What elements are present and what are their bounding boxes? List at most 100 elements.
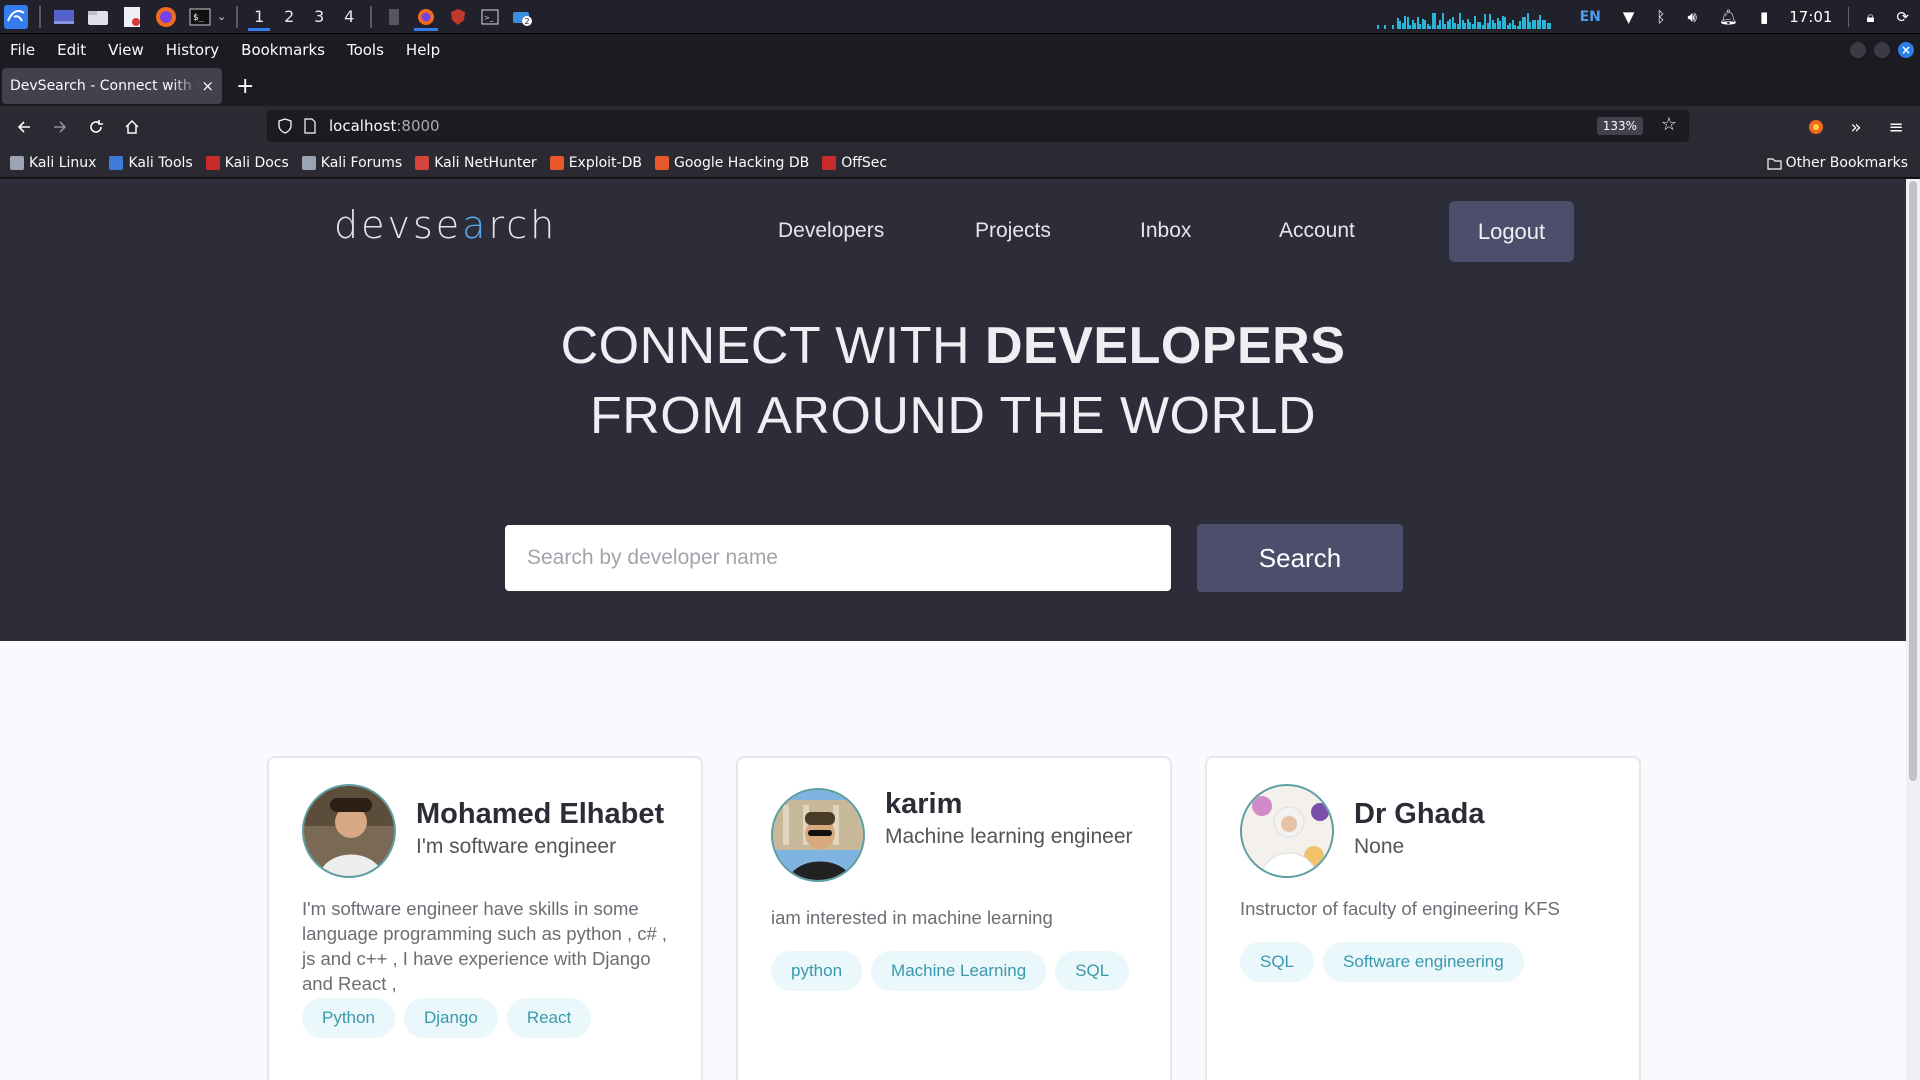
developer-name[interactable]: Mohamed Elhabet <box>416 798 664 831</box>
scrollbar-thumb[interactable] <box>1909 181 1917 781</box>
developer-card[interactable]: Dr Ghada None Instructor of faculty of e… <box>1205 756 1641 1080</box>
other-bookmarks-label: Other Bookmarks <box>1785 155 1908 171</box>
hero-headline-line2: FROM AROUND THE WORLD <box>589 387 1316 445</box>
close-tab-icon[interactable]: × <box>201 77 214 95</box>
bookmark-item[interactable]: Kali Forums <box>301 155 402 171</box>
skill-tag[interactable]: React <box>506 998 592 1038</box>
bookmark-label: Kali Tools <box>128 154 193 171</box>
nav-projects[interactable]: Projects <box>975 219 1051 243</box>
power-icon[interactable]: ⟳ <box>1885 0 1920 34</box>
minimize-button[interactable] <box>1850 42 1866 58</box>
nav-inbox[interactable]: Inbox <box>1140 219 1191 243</box>
developer-name[interactable]: karim <box>885 788 962 821</box>
bookmark-label: Exploit-DB <box>568 154 642 171</box>
keyboard-layout[interactable]: EN <box>1569 0 1612 34</box>
devsearch-logo[interactable]: devsearch <box>334 203 557 247</box>
bookmark-star-icon[interactable]: ☆ <box>1661 114 1677 135</box>
desktop-icon[interactable] <box>52 5 76 29</box>
bookmark-item[interactable]: Kali Docs <box>205 155 289 171</box>
text-editor-icon[interactable] <box>120 5 144 29</box>
menu-tools[interactable]: Tools <box>347 41 384 59</box>
new-tab-button[interactable]: + <box>236 74 254 99</box>
tab-devsearch[interactable]: DevSearch - Connect with Developers × <box>2 68 222 104</box>
reload-button[interactable] <box>78 109 114 145</box>
task-terminal-icon[interactable]: >_ <box>474 2 506 32</box>
menu-help[interactable]: Help <box>406 41 440 59</box>
workspace-4[interactable]: 4 <box>334 2 364 32</box>
terminal-launcher-icon[interactable]: $_ <box>188 5 212 29</box>
notification-bell-icon[interactable]: 🔔︎ <box>1708 0 1749 34</box>
panel-separator <box>236 5 239 28</box>
zoom-indicator[interactable]: 133% <box>1596 117 1643 135</box>
skill-tag[interactable]: Django <box>403 998 498 1038</box>
logout-button[interactable]: Logout <box>1449 201 1574 262</box>
menu-file[interactable]: File <box>10 41 35 59</box>
hero-headline-line1: CONNECT WITH DEVELOPERS <box>0 316 1906 376</box>
chevron-down-icon[interactable]: ⌄ <box>217 10 226 23</box>
volume-icon[interactable]: 🔊︎ <box>1676 0 1707 34</box>
menu-view[interactable]: View <box>108 41 144 59</box>
task-window-icon[interactable] <box>378 2 410 32</box>
battery-icon[interactable]: ▮ <box>1749 0 1779 34</box>
firefox-launcher-icon[interactable] <box>154 5 178 29</box>
skill-tag[interactable]: SQL <box>1240 942 1315 982</box>
kali-menu-icon[interactable] <box>4 4 28 29</box>
task-burp-icon[interactable] <box>442 2 474 32</box>
graph-bar <box>1384 25 1387 29</box>
developer-search-input[interactable] <box>505 525 1171 591</box>
task-firefox-icon[interactable] <box>410 2 442 32</box>
skill-tag[interactable]: Python <box>302 998 395 1038</box>
developer-card[interactable]: Mohamed Elhabet I'm software engineer I'… <box>267 756 703 1080</box>
close-window-button[interactable]: × <box>1898 42 1914 58</box>
task-folder-icon[interactable]: 2 <box>506 2 538 32</box>
hamburger-menu-icon[interactable]: ≡ <box>1878 109 1914 145</box>
bookmark-item[interactable]: Kali Tools <box>109 154 193 171</box>
graph-bar <box>1376 25 1379 29</box>
extension-icon[interactable] <box>1798 109 1834 145</box>
workspace-1[interactable]: 1 <box>244 2 274 32</box>
other-bookmarks[interactable]: Other Bookmarks <box>1766 155 1908 171</box>
graph-bar <box>1391 25 1394 29</box>
lock-icon[interactable]: 🔒︎ <box>1855 0 1885 34</box>
skill-tag[interactable]: Software engineering <box>1323 942 1524 982</box>
shield-icon[interactable] <box>277 118 293 134</box>
workspace-2[interactable]: 2 <box>274 2 304 32</box>
forward-button[interactable] <box>42 109 78 145</box>
bookmark-item[interactable]: Exploit-DB <box>549 154 642 171</box>
logo-text-start: devse <box>334 203 463 247</box>
skill-tag[interactable]: Machine Learning <box>871 951 1047 991</box>
menu-history[interactable]: History <box>166 41 219 59</box>
bookmark-item[interactable]: OffSec <box>822 155 887 171</box>
bookmark-item[interactable]: Kali Linux <box>10 155 96 171</box>
file-manager-icon[interactable] <box>86 5 110 29</box>
skill-tag[interactable]: python <box>771 951 863 991</box>
menu-bookmarks[interactable]: Bookmarks <box>241 41 325 59</box>
url-text: localhost:8000 <box>329 117 440 135</box>
wifi-icon[interactable]: ▼ <box>1612 0 1646 34</box>
home-icon <box>125 119 139 134</box>
bookmark-item[interactable]: Kali NetHunter <box>415 155 537 171</box>
skill-tags: SQL Software engineering <box>1240 942 1620 982</box>
overflow-chevrons-icon[interactable]: » <box>1838 109 1874 145</box>
search-button[interactable]: Search <box>1197 524 1403 592</box>
developer-name[interactable]: Dr Ghada <box>1354 798 1485 831</box>
page-viewport: devsearch Developers Projects Inbox Acco… <box>0 179 1906 1080</box>
skill-tag[interactable]: SQL <box>1055 951 1130 991</box>
address-bar[interactable]: localhost:8000 133% ☆ <box>267 110 1689 142</box>
developer-card[interactable]: karim Machine learning engineer iam inte… <box>736 756 1172 1080</box>
page-scrollbar[interactable] <box>1906 179 1920 1080</box>
nav-account[interactable]: Account <box>1279 219 1355 243</box>
tab-strip: DevSearch - Connect with Developers × + <box>0 66 1920 106</box>
back-button[interactable] <box>6 109 42 145</box>
workspace-3[interactable]: 3 <box>304 2 334 32</box>
bookmark-item[interactable]: Google Hacking DB <box>654 155 809 171</box>
maximize-button[interactable] <box>1874 42 1890 58</box>
nav-developers[interactable]: Developers <box>778 219 884 243</box>
svg-text:2: 2 <box>525 17 530 26</box>
home-button[interactable] <box>114 109 150 145</box>
menu-edit[interactable]: Edit <box>57 41 86 59</box>
url-host: localhost <box>329 117 397 135</box>
clock[interactable]: 17:01 <box>1779 8 1842 26</box>
folder-icon <box>1766 157 1782 170</box>
bluetooth-icon[interactable]: ᛒ <box>1645 0 1676 34</box>
